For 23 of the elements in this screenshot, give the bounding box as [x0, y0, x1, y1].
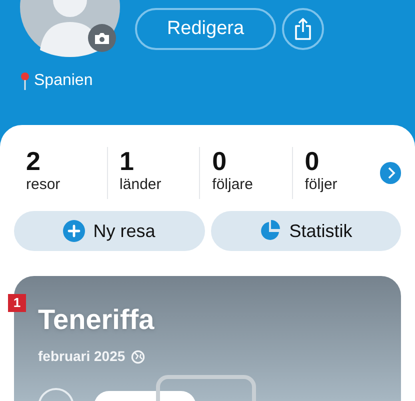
plus-icon	[63, 220, 86, 242]
edit-button[interactable]: Redigera	[135, 8, 276, 50]
stat-value: 2	[26, 147, 42, 175]
pin-icon	[20, 72, 30, 90]
share-icon	[294, 18, 312, 40]
trip-title: Teneriffa	[38, 304, 156, 336]
trip-date: februari 2025	[38, 347, 126, 366]
action-button[interactable]: Statistik	[210, 211, 401, 251]
annotation-badge: 1	[8, 294, 26, 312]
stat-label: följer	[304, 175, 338, 195]
chevron-right-icon	[386, 167, 396, 179]
stat-label: länder	[120, 175, 162, 195]
action-button[interactable]: Ny resa	[14, 211, 204, 251]
stat-value: 0	[304, 147, 320, 175]
share-button[interactable]	[282, 8, 324, 50]
stat-label: följare	[212, 175, 254, 195]
next-button[interactable]	[380, 162, 401, 184]
pie-chart-icon	[259, 220, 282, 242]
stat-value: 0	[212, 147, 228, 175]
location-text: Spanien	[34, 71, 93, 91]
stat-label: resor	[26, 175, 62, 195]
stat-value: 1	[120, 147, 136, 175]
globe-icon	[131, 350, 146, 364]
